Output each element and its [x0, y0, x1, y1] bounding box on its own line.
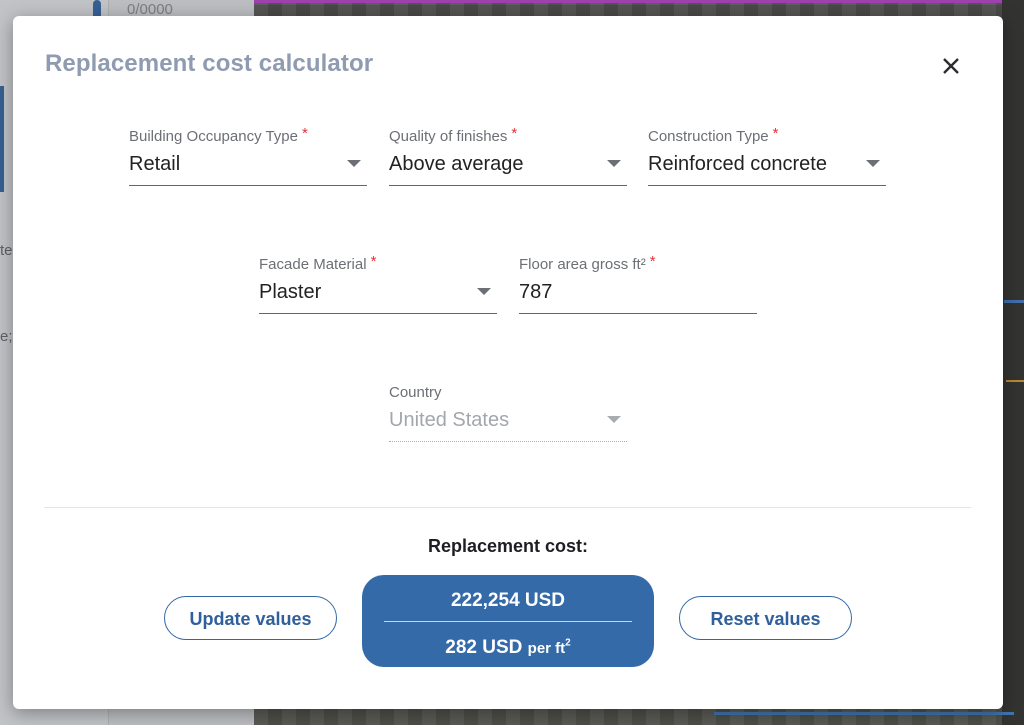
field-value: Reinforced concrete: [648, 153, 827, 175]
building-occupancy-select[interactable]: Building Occupancy Type * Retail: [129, 125, 367, 186]
field-value: Plaster: [259, 281, 322, 303]
divider: [44, 507, 971, 508]
cost-per-area-value: 282 USD per ft2: [445, 637, 571, 658]
close-button[interactable]: [937, 52, 965, 80]
field-underline: [648, 185, 886, 186]
field-value: 787: [519, 281, 553, 303]
field-label: Construction Type *: [648, 125, 779, 145]
replacement-cost-dialog: Replacement cost calculator Building Occ…: [13, 16, 1003, 709]
field-label: Facade Material *: [259, 253, 377, 273]
required-marker: *: [511, 125, 518, 142]
field-label: Building Occupancy Type *: [129, 125, 308, 145]
chevron-down-icon: [347, 160, 361, 167]
field-underline: [519, 313, 757, 314]
replacement-cost-result: 222,254 USD 282 USD per ft2: [362, 575, 654, 667]
chevron-down-icon: [607, 416, 621, 423]
chevron-down-icon: [607, 160, 621, 167]
field-underline: [129, 185, 367, 186]
field-label: Floor area gross ft² *: [519, 253, 656, 273]
field-label: Country: [389, 384, 442, 401]
close-icon: [943, 58, 959, 74]
facade-material-select[interactable]: Facade Material * Plaster: [259, 253, 497, 314]
reset-values-button[interactable]: Reset values: [679, 596, 852, 640]
field-label: Quality of finishes *: [389, 125, 518, 145]
chevron-down-icon: [866, 160, 880, 167]
field-underline: [389, 441, 627, 442]
field-value: Above average: [389, 153, 524, 175]
dialog-title: Replacement cost calculator: [45, 50, 374, 77]
floor-area-input[interactable]: Floor area gross ft² * 787: [519, 253, 757, 314]
required-marker: *: [649, 253, 656, 270]
result-divider: [384, 621, 632, 622]
field-underline: [259, 313, 497, 314]
quality-of-finishes-select[interactable]: Quality of finishes * Above average: [389, 125, 627, 186]
construction-type-select[interactable]: Construction Type * Reinforced concrete: [648, 125, 886, 186]
required-marker: *: [370, 253, 377, 270]
field-value: United States: [389, 409, 510, 431]
required-marker: *: [302, 125, 308, 142]
update-values-button[interactable]: Update values: [164, 596, 337, 640]
field-value: Retail: [129, 153, 181, 175]
total-cost-value: 222,254 USD: [450, 590, 566, 611]
chevron-down-icon: [477, 288, 491, 295]
field-underline: [389, 185, 627, 186]
required-marker: *: [772, 125, 779, 142]
replacement-cost-heading: Replacement cost:: [427, 536, 589, 556]
country-select: Country United States: [389, 384, 627, 442]
